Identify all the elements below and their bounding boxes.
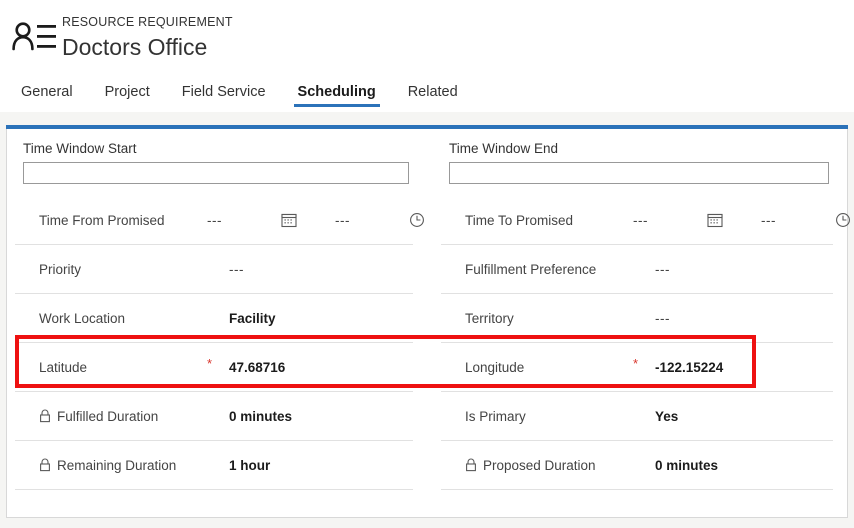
time-window-end-input[interactable]	[449, 162, 829, 184]
territory-row[interactable]: Territory ---	[441, 294, 833, 343]
tab-field-service[interactable]: Field Service	[166, 72, 282, 112]
remaining-duration-row: Remaining Duration 1 hour	[15, 441, 413, 490]
tab-scheduling[interactable]: Scheduling	[282, 72, 392, 112]
tab-content-gap	[0, 112, 854, 125]
time-to-promised-time-value: ---	[761, 212, 776, 228]
fulfillment-preference-label: Fulfillment Preference	[465, 261, 597, 277]
lock-icon	[465, 458, 477, 472]
remaining-duration-value: 1 hour	[229, 457, 271, 473]
proposed-duration-label: Proposed Duration	[465, 458, 633, 473]
fulfilled-duration-label: Fulfilled Duration	[39, 409, 207, 424]
remaining-duration-label-text: Remaining Duration	[57, 457, 177, 473]
time-from-promised-row[interactable]: Time From Promised --- ---	[15, 196, 424, 245]
is-primary-label: Is Primary	[465, 408, 526, 424]
form-column-right: Time Window End Time To Promised --- ---…	[427, 129, 850, 517]
longitude-label: Longitude	[465, 359, 525, 375]
time-to-promised-date-value: ---	[633, 212, 648, 228]
remaining-duration-label: Remaining Duration	[39, 458, 207, 473]
fulfillment-preference-value: ---	[655, 261, 670, 277]
fulfilled-duration-row: Fulfilled Duration 0 minutes	[15, 392, 413, 441]
form-columns: Time Window Start Time From Promised ---	[7, 129, 850, 517]
is-primary-row[interactable]: Is Primary Yes	[441, 392, 833, 441]
latitude-label: Latitude	[39, 359, 88, 375]
work-location-row[interactable]: Work Location Facility	[15, 294, 413, 343]
time-from-promised-label: Time From Promised	[39, 212, 165, 228]
form-column-left: Time Window Start Time From Promised ---	[7, 129, 427, 517]
time-from-promised-time-value: ---	[335, 212, 350, 228]
longitude-value: -122.15224	[655, 359, 724, 375]
work-location-label: Work Location	[39, 310, 126, 326]
calendar-icon[interactable]	[281, 212, 297, 228]
page-title: Doctors Office	[62, 34, 208, 60]
entity-type-label: RESOURCE REQUIREMENT	[62, 15, 233, 29]
priority-label: Priority	[39, 261, 82, 277]
tab-related[interactable]: Related	[392, 72, 474, 112]
priority-row[interactable]: Priority ---	[15, 245, 413, 294]
proposed-duration-label-text: Proposed Duration	[483, 457, 596, 473]
latitude-value: 47.68716	[229, 359, 286, 375]
header-text-block: RESOURCE REQUIREMENT Doctors Office	[62, 8, 233, 62]
priority-value: ---	[229, 261, 244, 277]
fulfilled-duration-label-text: Fulfilled Duration	[57, 408, 159, 424]
is-primary-value: Yes	[655, 408, 679, 424]
latitude-row[interactable]: Latitude * 47.68716	[15, 343, 413, 392]
calendar-icon[interactable]	[707, 212, 723, 228]
time-to-promised-row[interactable]: Time To Promised --- ---	[441, 196, 850, 245]
form-tab-strip: General Project Field Service Scheduling…	[0, 72, 854, 112]
longitude-required-star: *	[633, 356, 639, 371]
lock-icon	[39, 409, 51, 423]
contact-record-icon	[6, 14, 62, 62]
latitude-required-star: *	[207, 356, 213, 371]
clock-icon[interactable]	[409, 212, 425, 228]
record-header: RESOURCE REQUIREMENT Doctors Office	[0, 0, 854, 72]
territory-label: Territory	[465, 310, 514, 326]
time-to-promised-label: Time To Promised	[465, 212, 574, 228]
time-window-start-field: Time Window Start	[15, 129, 413, 184]
lock-icon	[39, 458, 51, 472]
proposed-duration-row: Proposed Duration 0 minutes	[441, 441, 833, 490]
proposed-duration-value: 0 minutes	[655, 457, 719, 473]
territory-value: ---	[655, 310, 670, 326]
clock-icon[interactable]	[835, 212, 851, 228]
time-from-promised-date-value: ---	[207, 212, 222, 228]
scheduling-form-card: Time Window Start Time From Promised ---	[6, 129, 850, 518]
tab-general[interactable]: General	[5, 72, 89, 112]
tab-project[interactable]: Project	[89, 72, 166, 112]
time-window-start-label: Time Window Start	[23, 141, 137, 156]
work-location-value: Facility	[229, 310, 276, 326]
time-window-end-field: Time Window End	[441, 129, 833, 184]
fulfillment-preference-row[interactable]: Fulfillment Preference ---	[441, 245, 833, 294]
longitude-row[interactable]: Longitude * -122.15224	[441, 343, 833, 392]
fulfilled-duration-value: 0 minutes	[229, 408, 293, 424]
time-window-start-input[interactable]	[23, 162, 409, 184]
time-window-end-label: Time Window End	[449, 141, 559, 156]
